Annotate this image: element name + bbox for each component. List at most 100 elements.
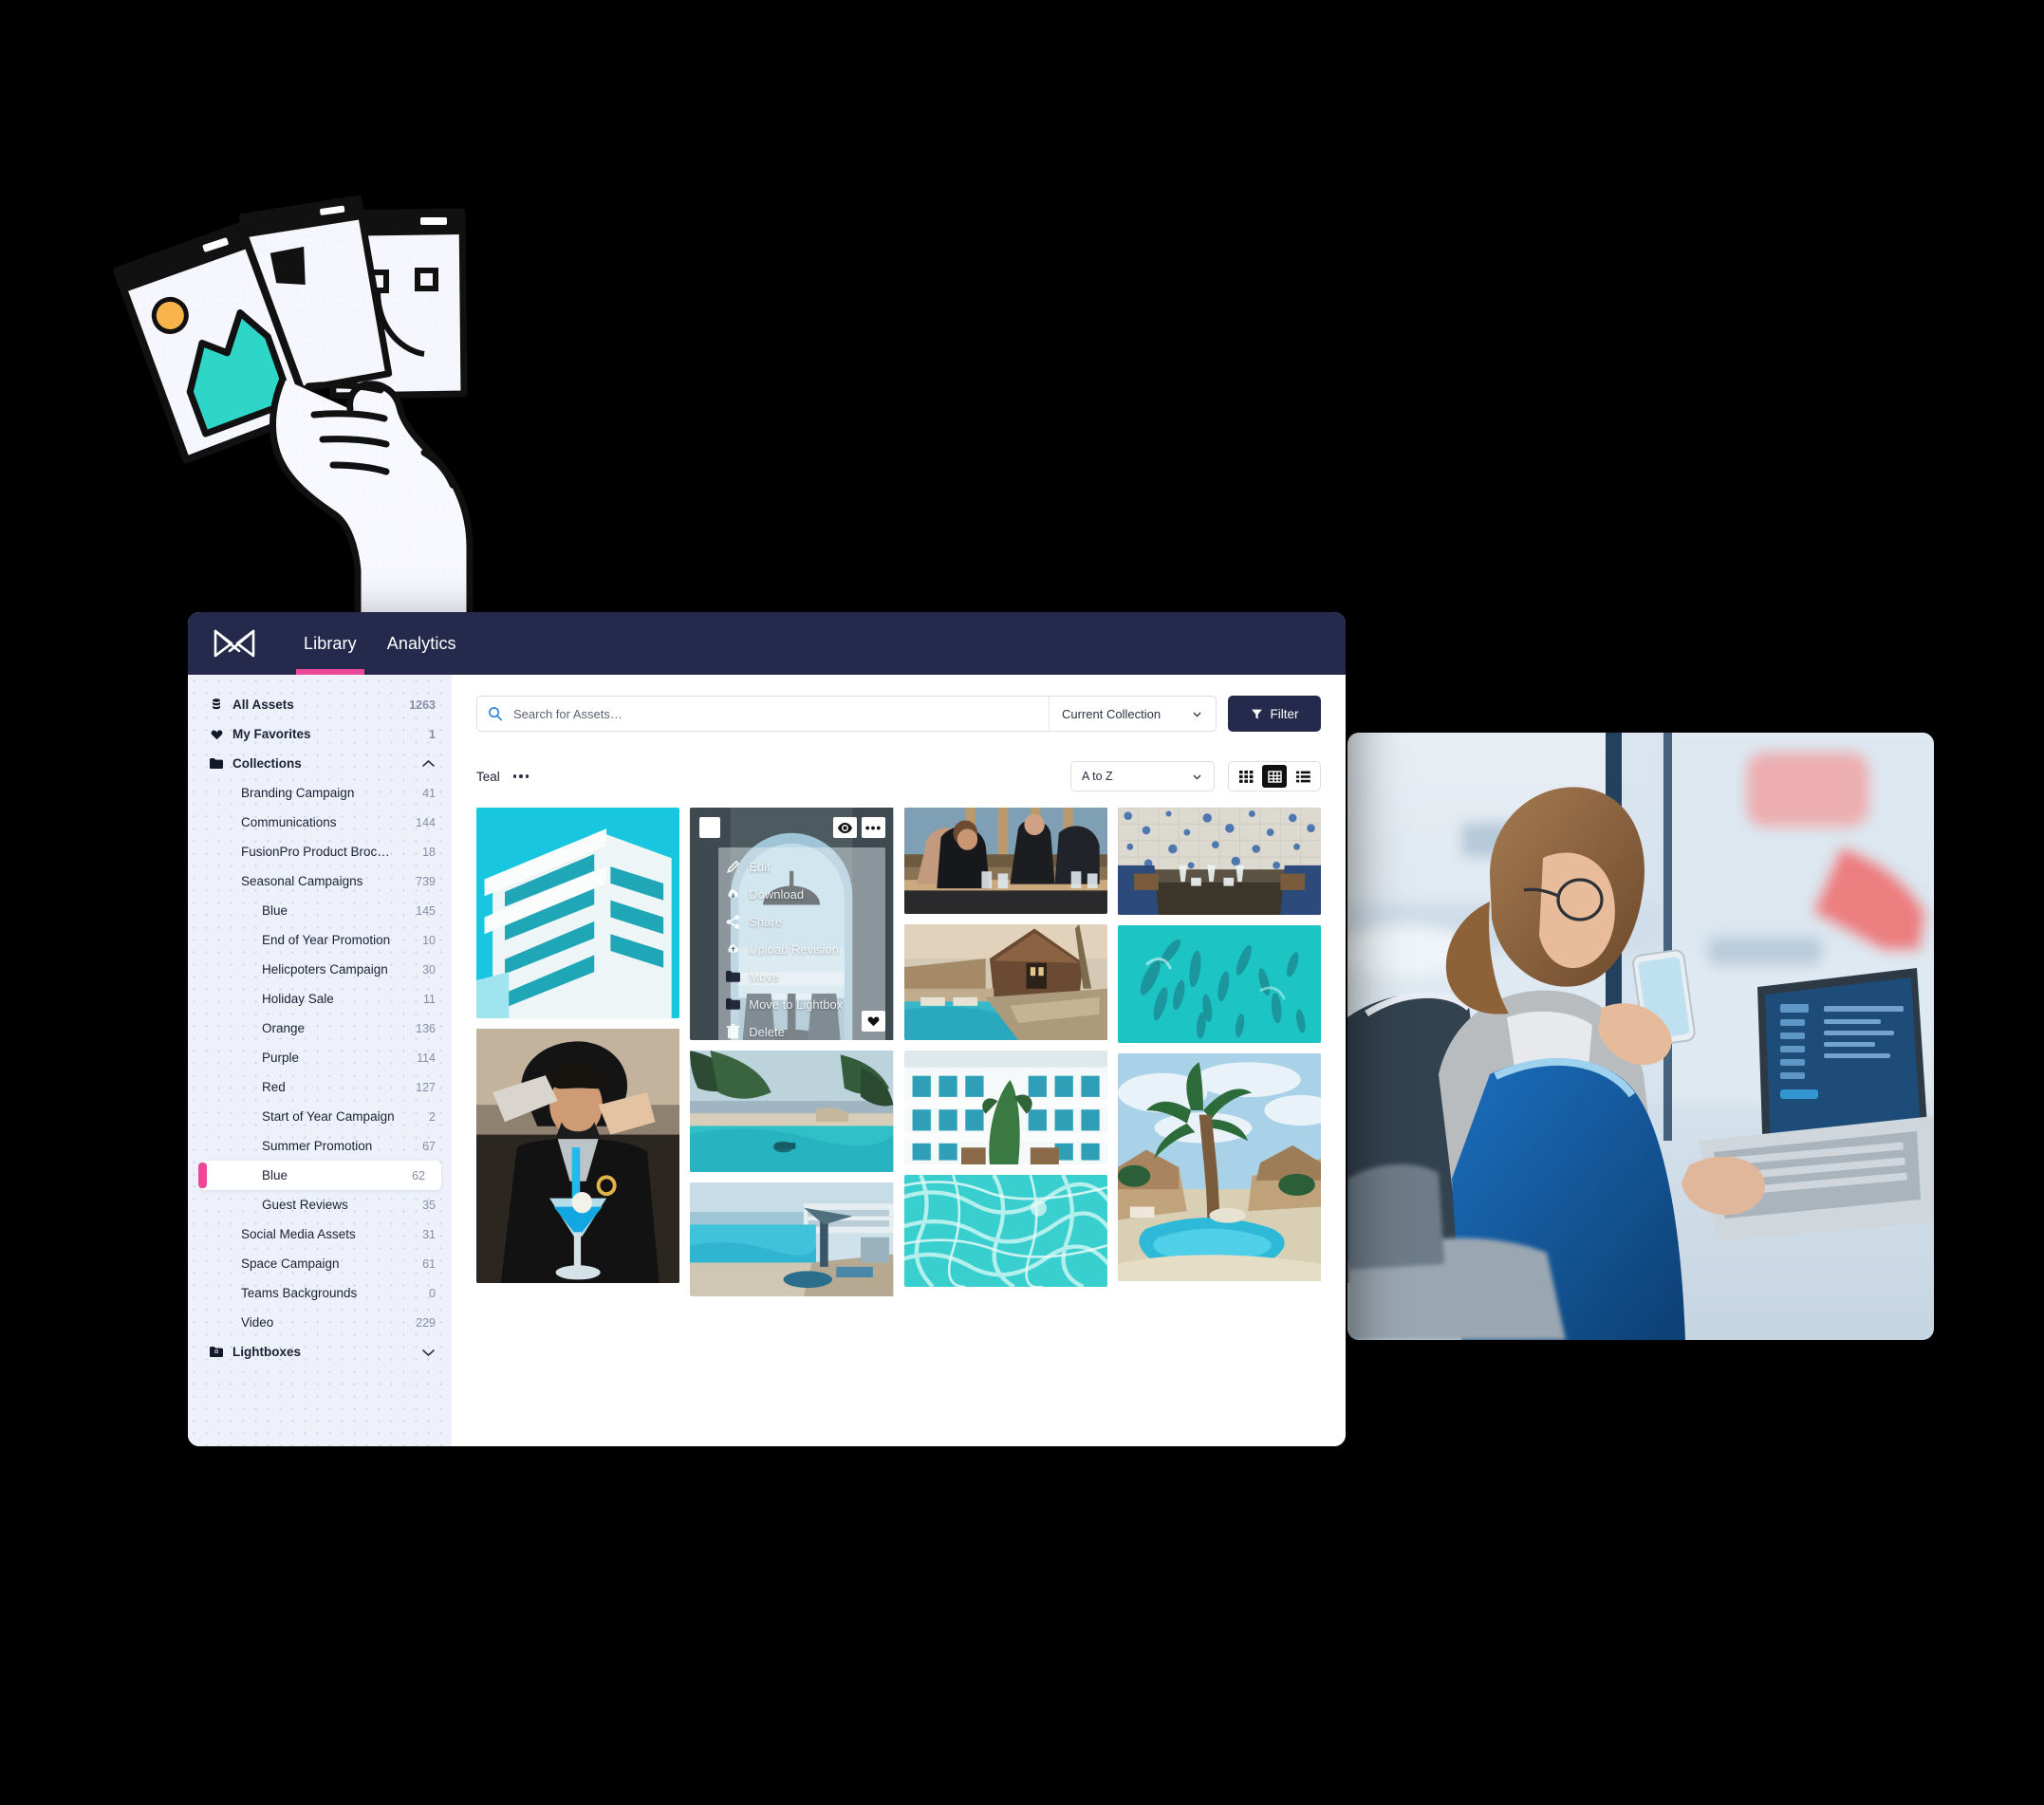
tab-library[interactable]: Library bbox=[288, 612, 372, 675]
current-collection-label: Teal bbox=[476, 769, 500, 784]
folder-icon bbox=[209, 758, 224, 769]
asset-tile-blue-tile-wall-dining[interactable] bbox=[1117, 808, 1321, 915]
asset-grid: Edit Download Share Upload Revision Move Move… bbox=[476, 808, 1321, 1396]
asset-tile-hotel-courtyard-blue[interactable] bbox=[903, 1051, 1107, 1164]
sidebar-item-guest-reviews[interactable]: Guest Reviews 35 bbox=[188, 1190, 452, 1219]
sidebar-item-label: Orange bbox=[262, 1021, 306, 1035]
tab-analytics[interactable]: Analytics bbox=[372, 612, 472, 675]
asset-column bbox=[1117, 808, 1321, 1396]
asset-context-menu: Edit Download Share Upload Revision Move Move… bbox=[718, 847, 885, 1040]
asset-overlay-actions bbox=[832, 817, 885, 838]
asset-tile-turquoise-water-ripples[interactable] bbox=[903, 1175, 1107, 1287]
collections-sidebar: All Assets 1263 My Favorites 1 Collections Br… bbox=[188, 675, 452, 1446]
context-menu-item-delete[interactable]: Delete bbox=[718, 1018, 885, 1040]
sidebar-item-orange[interactable]: Orange 136 bbox=[188, 1014, 452, 1043]
sidebar-item-blue[interactable]: Blue 145 bbox=[188, 896, 452, 925]
sidebar-item-label: End of Year Promotion bbox=[262, 933, 391, 947]
hero-illustration bbox=[90, 176, 508, 633]
context-menu-item-move[interactable]: Move bbox=[718, 963, 885, 991]
context-menu-item-download[interactable]: Download bbox=[718, 881, 885, 908]
asset-column bbox=[903, 808, 1107, 1396]
sidebar-item-count: 127 bbox=[416, 1080, 436, 1094]
collection-more-button[interactable] bbox=[512, 774, 530, 778]
sidebar-item-seasonal-campaigns[interactable]: Seasonal Campaigns 739 bbox=[188, 866, 452, 896]
sort-select[interactable]: A to Z bbox=[1070, 761, 1215, 791]
sidebar-item-label: All Assets bbox=[232, 698, 294, 712]
context-menu-item-edit[interactable]: Edit bbox=[718, 853, 885, 881]
asset-tile-poolside-sea-view[interactable] bbox=[690, 1182, 894, 1296]
sidebar-item-count: 67 bbox=[422, 1139, 436, 1153]
tab-library-label: Library bbox=[304, 633, 357, 653]
sidebar-item-label: Guest Reviews bbox=[262, 1198, 348, 1212]
sidebar-item-all-assets[interactable]: All Assets 1263 bbox=[188, 690, 452, 719]
search-input[interactable] bbox=[513, 706, 1049, 721]
medium-grid-view-button[interactable] bbox=[1262, 765, 1287, 788]
sidebar-item-label: Summer Promotion bbox=[262, 1139, 373, 1153]
sidebar-item-label: Teams Backgrounds bbox=[241, 1286, 358, 1300]
context-menu-item-upload-revision[interactable]: Upload Revision bbox=[718, 936, 885, 963]
small-grid-view-button[interactable] bbox=[1234, 765, 1258, 788]
sidebar-item-count: 2 bbox=[429, 1109, 436, 1124]
lightbox-folder-icon bbox=[209, 1347, 224, 1357]
sidebar-item-label: Helicpoters Campaign bbox=[262, 962, 388, 977]
asset-more-button[interactable] bbox=[861, 817, 885, 838]
butterfly-logo[interactable] bbox=[213, 627, 256, 660]
sidebar-item-communications[interactable]: Communications 144 bbox=[188, 808, 452, 837]
collection-scope-value: Current Collection bbox=[1062, 706, 1161, 721]
sidebar-item-lightboxes[interactable]: Lightboxes bbox=[188, 1337, 452, 1367]
sidebar-item-summer-promotion[interactable]: Summer Promotion 67 bbox=[188, 1131, 452, 1161]
sidebar-item-my-favorites[interactable]: My Favorites 1 bbox=[188, 719, 452, 749]
asset-tile-palm-tree-resort-pool[interactable] bbox=[1117, 1053, 1321, 1281]
sidebar-item-label: Collections bbox=[232, 756, 302, 771]
filter-button[interactable]: Filter bbox=[1228, 696, 1321, 732]
airport-lounge-photo-svg bbox=[1347, 733, 1934, 1340]
sidebar-item-count: 41 bbox=[422, 786, 436, 800]
sidebar-item-label: Blue bbox=[262, 903, 288, 918]
sidebar-item-count: 0 bbox=[429, 1286, 436, 1300]
sidebar-item-purple[interactable]: Purple 114 bbox=[188, 1043, 452, 1072]
sidebar-item-teams-backgrounds[interactable]: Teams Backgrounds 0 bbox=[188, 1278, 452, 1308]
asset-tile-bartender-blue-drink[interactable] bbox=[476, 1029, 680, 1283]
sort-select-value: A to Z bbox=[1082, 770, 1113, 783]
small-grid-icon bbox=[1238, 770, 1253, 783]
sidebar-item-blue[interactable]: Blue 62 bbox=[198, 1161, 441, 1190]
sidebar-item-helicpoters-campaign[interactable]: Helicpoters Campaign 30 bbox=[188, 955, 452, 984]
sidebar-item-start-of-year-campaign[interactable]: Start of Year Campaign 2 bbox=[188, 1102, 452, 1131]
asset-tile-bar-staff-pouring[interactable] bbox=[903, 808, 1107, 914]
sidebar-item-fusionpro-product-broc[interactable]: FusionPro Product Broc… 18 bbox=[188, 837, 452, 866]
asset-tile-dolphins-aerial-water[interactable] bbox=[1117, 925, 1321, 1043]
preview-button[interactable] bbox=[832, 817, 857, 838]
sidebar-item-count: 229 bbox=[416, 1315, 436, 1330]
collection-scope-select[interactable]: Current Collection bbox=[1049, 697, 1216, 731]
asset-select-checkbox[interactable] bbox=[699, 817, 721, 838]
asset-tile-teal-hotel-facade[interactable] bbox=[476, 808, 680, 1018]
sidebar-item-branding-campaign[interactable]: Branding Campaign 41 bbox=[188, 778, 452, 808]
asset-tile-arched-window-dining-room[interactable]: Edit Download Share Upload Revision Move Move… bbox=[690, 808, 894, 1040]
list-view-button[interactable] bbox=[1291, 765, 1315, 788]
funnel-icon bbox=[1251, 709, 1262, 719]
sidebar-item-holiday-sale[interactable]: Holiday Sale 11 bbox=[188, 984, 452, 1014]
sidebar-item-social-media-assets[interactable]: Social Media Assets 31 bbox=[188, 1219, 452, 1249]
context-menu-item-move-to-lightbox[interactable]: Move to Lightbox bbox=[718, 991, 885, 1018]
trash-icon bbox=[726, 1024, 740, 1039]
asset-tile-tropical-pool-trees[interactable] bbox=[690, 1051, 894, 1172]
sidebar-item-count: 31 bbox=[422, 1227, 436, 1241]
context-menu-item-label: Download bbox=[749, 886, 805, 902]
sidebar-item-label: FusionPro Product Broc… bbox=[241, 845, 390, 859]
sidebar-item-space-campaign[interactable]: Space Campaign 61 bbox=[188, 1249, 452, 1278]
asset-tile-thatched-resort-pool[interactable] bbox=[903, 924, 1107, 1040]
sidebar-item-count: 18 bbox=[422, 845, 436, 859]
chevron-down-icon[interactable] bbox=[420, 1348, 436, 1357]
sidebar-item-video[interactable]: Video 229 bbox=[188, 1308, 452, 1337]
context-menu-item-share[interactable]: Share bbox=[718, 908, 885, 936]
sidebar-item-collections[interactable]: Collections bbox=[188, 749, 452, 778]
sidebar-item-end-of-year-promotion[interactable]: End of Year Promotion 10 bbox=[188, 925, 452, 955]
sidebar-item-red[interactable]: Red 127 bbox=[188, 1072, 452, 1102]
favorite-button[interactable] bbox=[861, 1011, 885, 1032]
sidebar-item-count: 1263 bbox=[409, 698, 436, 712]
window-body: All Assets 1263 My Favorites 1 Collections Br… bbox=[188, 675, 1346, 1446]
sidebar-item-label: Lightboxes bbox=[232, 1345, 302, 1359]
list-icon bbox=[1295, 771, 1310, 782]
asset-column: Edit Download Share Upload Revision Move Move… bbox=[690, 808, 894, 1396]
chevron-up-icon[interactable] bbox=[420, 759, 436, 769]
